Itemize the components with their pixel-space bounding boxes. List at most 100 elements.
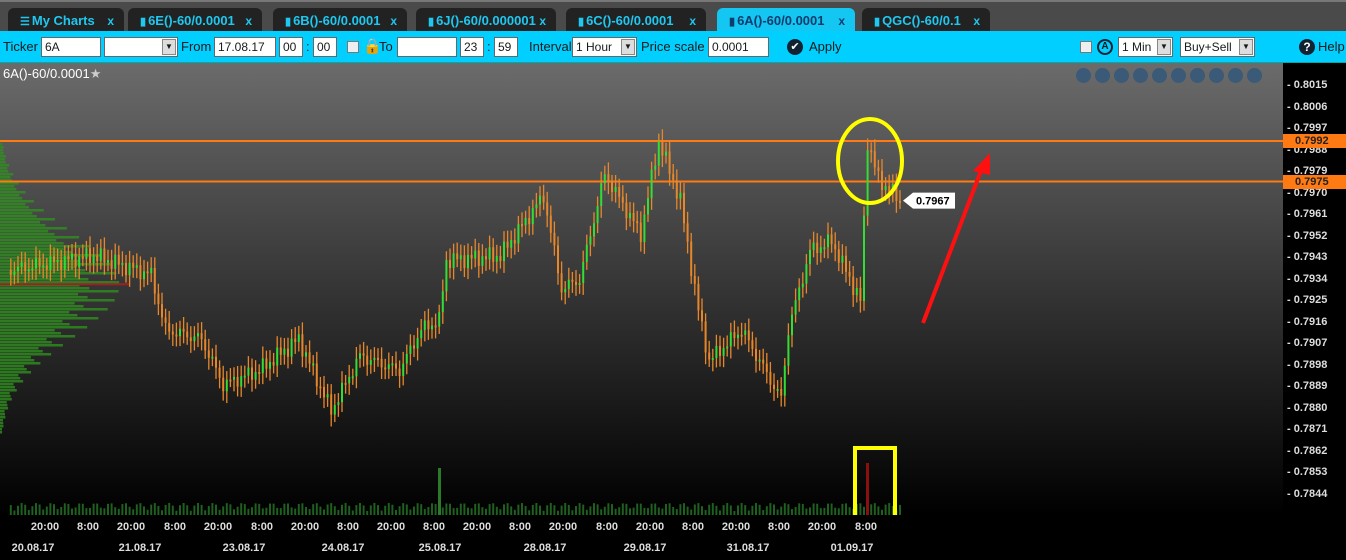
candle-body [74,253,77,268]
tab-my-charts[interactable]: ☰ My Charts x [8,8,124,33]
candle-body [38,258,41,267]
y-tick-label: - 0.7943 [1287,251,1328,263]
chart-area[interactable]: 6A()-60/0.0001★ 0.7967 [0,63,1283,515]
auto-checkbox[interactable] [1080,41,1092,53]
volume-bar [150,504,153,515]
to-minute-input[interactable]: 59 [494,37,518,57]
volume-bar [445,503,448,515]
volume-profile-bar [0,416,6,419]
interval-select[interactable]: 1 Hour ▼ [572,37,637,57]
close-icon[interactable] [1228,68,1243,83]
candle-body [391,363,394,366]
volume-bar [668,503,671,515]
price-axis[interactable]: - 0.8015- 0.8006- 0.7997- 0.7988- 0.7979… [1283,63,1346,560]
volume-bar [848,507,851,515]
time-axis[interactable]: 20:00 8:00 20:00 8:00 20:00 8:00 20:00 8:00 20:0… [0,515,1283,560]
candle-body [506,241,509,248]
volume-bar [243,504,246,515]
volume-bar [35,503,37,515]
side-select[interactable]: Buy+Sell ▼ [1180,37,1255,57]
help-button[interactable]: ? Help [1299,37,1345,57]
volume-bar [49,503,52,515]
y-tick-label: - 0.7997 [1287,122,1328,134]
volume-profile-bar [0,377,21,380]
apply-button[interactable]: ✔ Apply [787,37,842,57]
tab-qgc[interactable]: ▮ QGC()-60/0.1 x [862,8,990,33]
volume-bar [179,505,181,515]
from-hour-input[interactable]: 00 [279,37,303,57]
to-hour-input[interactable]: 23 [460,37,484,57]
zoom-fit-icon[interactable] [1076,68,1091,83]
candle-body [492,247,495,262]
tab-6b[interactable]: ▮ 6B()-60/0.0001 x [273,8,407,33]
volume-profile-bar [0,245,91,248]
volume-bar [168,503,171,515]
volume-bar [665,503,667,515]
to-date-input[interactable] [397,37,457,57]
chevron-down-icon[interactable] [1247,68,1262,83]
y-tick-label: - 0.7961 [1287,208,1328,220]
tab-6c[interactable]: ▮ 6C()-60/0.0001 x [566,8,706,33]
candle-body [470,254,473,259]
volume-profile-bar [0,200,34,203]
volume-bar [769,503,772,515]
volume-bar [798,503,801,515]
refresh-icon[interactable] [1171,68,1186,83]
candle-body [884,186,887,191]
candle-body [89,248,91,264]
volume-bar [427,506,430,515]
date-label: 29.08.17 [623,542,667,554]
tab-6e[interactable]: ▮ 6E()-60/0.0001 x [128,8,262,33]
volume-bar [726,503,729,515]
expand-icon[interactable] [1209,68,1224,83]
candle-body [603,174,606,184]
y-tick-label: - 0.7907 [1287,337,1328,349]
from-date-input[interactable]: 17.08.17 [214,37,276,57]
volume-bar [384,505,387,515]
candle-body [150,267,153,274]
tab-6a[interactable]: ▮ 6A()-60/0.0001 x [717,8,855,33]
volume-bar [618,507,621,515]
volume-bar [564,503,567,515]
volume-bar [402,503,405,515]
grid-icon[interactable] [1133,68,1148,83]
lock-checkbox[interactable] [347,41,359,53]
volume-bar [744,505,747,515]
x-tick-label: 20:00 [290,521,320,533]
candle-body [733,332,736,339]
volume-profile-bar [0,152,4,155]
ticker-input[interactable]: 6A [41,37,101,57]
volume-bar [467,507,469,515]
candle-body [852,276,855,296]
volume-bar [823,507,826,515]
gear-icon[interactable] [1190,68,1205,83]
candle-body [384,367,387,370]
from-minute-input[interactable]: 00 [313,37,337,57]
volume-bar [582,504,585,515]
volume-profile-bar [0,407,9,410]
candle-body [258,372,261,375]
candle-body [204,339,207,351]
volume-bar [773,504,775,515]
candle-body [63,256,66,270]
candle-body [20,262,23,267]
last-price-label: 0.7967 [916,196,950,208]
volume-bar [809,507,811,515]
candle-body [456,253,459,260]
candle-body [679,192,682,199]
candle-body [171,331,174,335]
zoom-in-icon[interactable] [1095,68,1110,83]
candle-body [805,264,808,284]
tab-6j[interactable]: ▮ 6J()-60/0.000001 x [416,8,556,33]
candle-body [81,256,84,259]
contract-select[interactable]: ▼ [104,37,178,57]
candle-body [175,334,178,337]
candle-body [611,182,613,192]
auto-scale-icon[interactable]: A [1097,39,1113,55]
price-scale-input[interactable]: 0.0001 [708,37,769,57]
pencil-icon[interactable] [1152,68,1167,83]
zoom-out-icon[interactable] [1114,68,1129,83]
candle-body [366,355,369,365]
candle-body [791,314,793,336]
timeframe-select[interactable]: 1 Min ▼ [1118,37,1173,57]
